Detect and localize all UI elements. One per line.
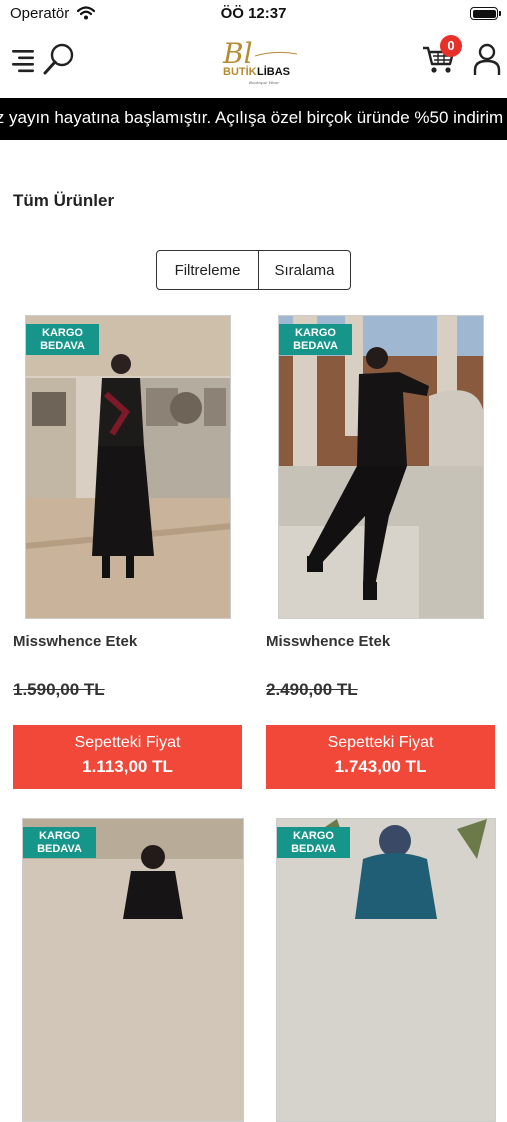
brand-logo[interactable]: Bl BUTİK LİBAS Boutique Wear — [215, 36, 301, 90]
free-shipping-badge: KARGO BEDAVA — [279, 324, 352, 355]
announcement-text: iz yayın hayatına başlamıştır. Açılışa ö… — [0, 108, 504, 127]
basket-price: 1.743,00 TL — [334, 757, 427, 776]
basket-price-button[interactable]: Sepetteki Fiyat 1.743,00 TL — [266, 725, 495, 789]
menu-icon[interactable] — [12, 48, 36, 74]
battery-icon — [470, 7, 501, 20]
svg-text:Boutique Wear: Boutique Wear — [248, 80, 280, 85]
filter-button[interactable]: Filtreleme — [157, 251, 258, 289]
product-name[interactable]: Misswhence Etek — [266, 633, 390, 650]
status-bar: Operatör ÖÖ 12:37 — [0, 0, 507, 28]
app-header: Bl BUTİK LİBAS Boutique Wear 0 — [0, 28, 507, 96]
basket-price-button[interactable]: Sepetteki Fiyat 1.113,00 TL — [13, 725, 242, 789]
old-price: 2.490,00 TL — [266, 680, 358, 699]
product-name[interactable]: Misswhence Etek — [13, 633, 137, 650]
user-icon[interactable] — [472, 42, 502, 76]
basket-price: 1.113,00 TL — [82, 757, 173, 776]
cart-count-badge: 0 — [440, 35, 462, 57]
svg-text:BUTİK: BUTİK — [223, 65, 257, 78]
sort-button[interactable]: Sıralama — [258, 251, 350, 289]
filter-sort-group: Filtreleme Sıralama — [156, 250, 351, 290]
free-shipping-badge: KARGO BEDAVA — [23, 827, 96, 858]
product-image[interactable]: KARGO BEDAVA — [276, 818, 496, 1122]
announcement-bar: iz yayın hayatına başlamıştır. Açılışa ö… — [0, 98, 507, 140]
basket-price-label: Sepetteki Fiyat — [327, 734, 434, 751]
old-price: 1.590,00 TL — [13, 680, 105, 699]
product-image[interactable]: KARGO BEDAVA — [25, 315, 231, 619]
page-title: Tüm Ürünler — [13, 191, 115, 210]
product-image[interactable]: KARGO BEDAVA — [278, 315, 484, 619]
search-icon[interactable] — [42, 42, 76, 76]
basket-price-label: Sepetteki Fiyat — [74, 734, 181, 751]
free-shipping-badge: KARGO BEDAVA — [277, 827, 350, 858]
svg-text:LİBAS: LİBAS — [257, 65, 290, 78]
product-image[interactable]: KARGO BEDAVA — [22, 818, 244, 1122]
clock: ÖÖ 12:37 — [220, 5, 287, 22]
free-shipping-badge: KARGO BEDAVA — [26, 324, 99, 355]
